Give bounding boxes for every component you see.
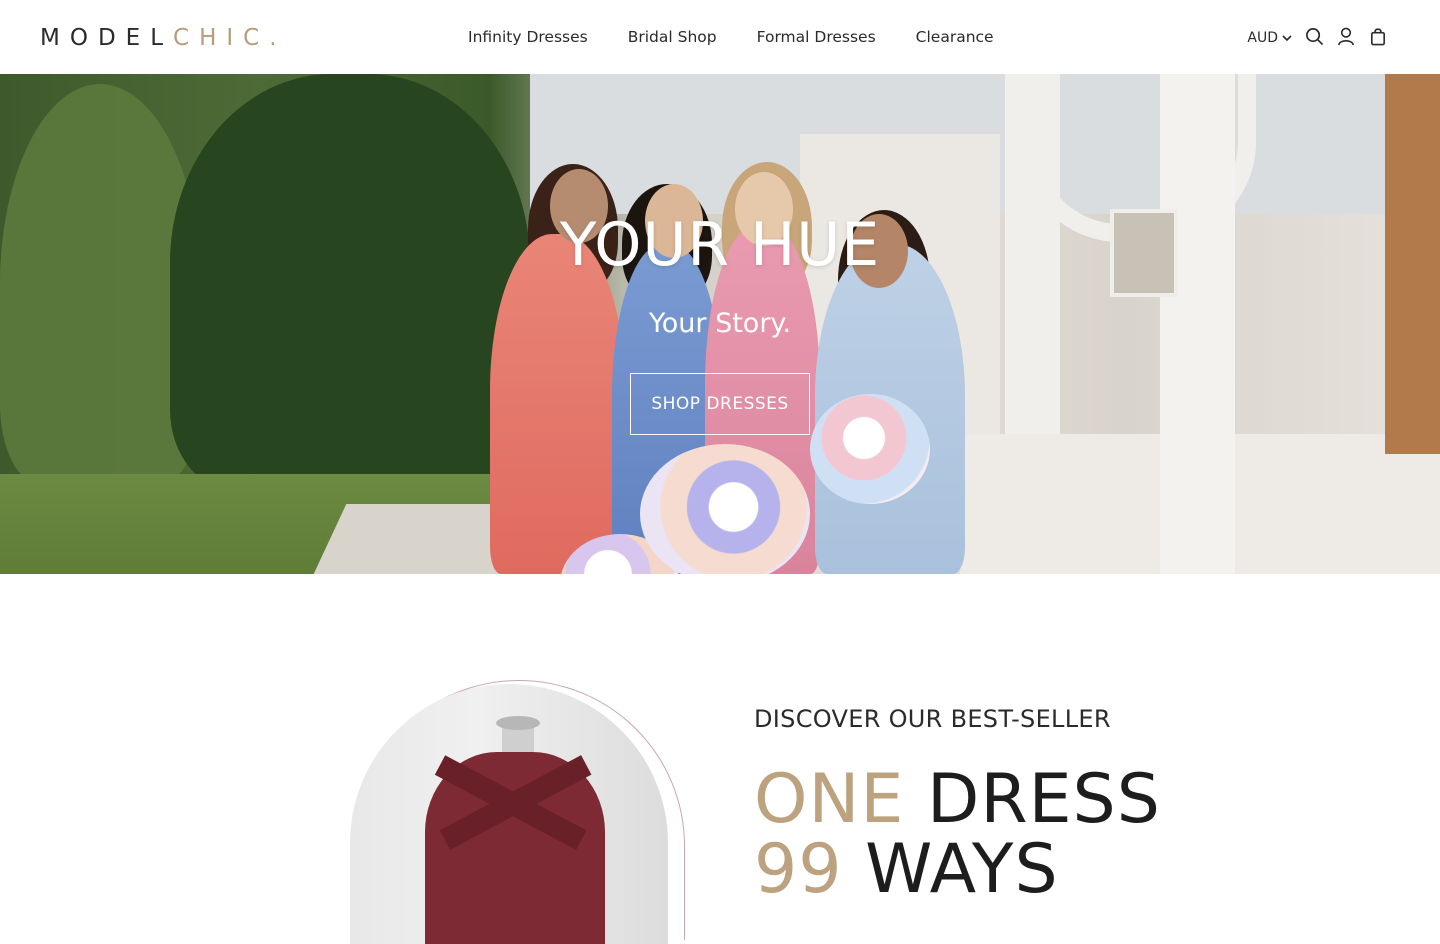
brand-logo[interactable]: MODELCHIC. (40, 24, 287, 52)
main-navigation: Infinity Dresses Bridal Shop Formal Dres… (468, 26, 994, 48)
headline-accent-one: ONE (754, 760, 905, 839)
cart-button[interactable] (1368, 26, 1388, 46)
hero-overlay: YOUR HUE Your Story. SHOP DRESSES (0, 74, 1440, 574)
logo-text-model: MODEL (40, 25, 174, 51)
account-button[interactable] (1336, 26, 1356, 46)
currency-label: AUD (1247, 30, 1278, 46)
header-tools: AUD (1247, 26, 1388, 46)
search-icon (1305, 27, 1323, 45)
cart-icon (1371, 27, 1385, 45)
site-header: MODELCHIC. Infinity Dresses Bridal Shop … (0, 0, 1440, 74)
shop-dresses-button[interactable]: SHOP DRESSES (630, 373, 810, 435)
nav-item-clearance[interactable]: Clearance (916, 26, 994, 48)
nav-item-bridal-shop[interactable]: Bridal Shop (628, 26, 717, 48)
feature-headline-line2: 99 WAYS (754, 835, 1059, 905)
mannequin-cap (496, 716, 540, 730)
best-seller-eyebrow: DISCOVER OUR BEST-SELLER (754, 705, 1111, 733)
account-icon (1338, 27, 1354, 45)
hero-banner: YOUR HUE Your Story. SHOP DRESSES (0, 74, 1440, 574)
feature-headline-line1: ONE DRESS (754, 765, 1161, 835)
nav-item-formal-dresses[interactable]: Formal Dresses (757, 26, 876, 48)
nav-item-infinity-dresses[interactable]: Infinity Dresses (468, 26, 588, 48)
headline-ways: WAYS (865, 830, 1059, 909)
chevron-down-icon (1282, 35, 1292, 42)
hero-title: YOUR HUE (559, 210, 881, 280)
currency-selector[interactable]: AUD (1247, 30, 1292, 46)
headline-accent-99: 99 (754, 830, 843, 909)
headline-dress: DRESS (926, 760, 1161, 839)
search-button[interactable] (1304, 26, 1324, 46)
logo-text-chic: CHIC. (173, 25, 287, 51)
hero-subtitle: Your Story. (648, 308, 792, 339)
